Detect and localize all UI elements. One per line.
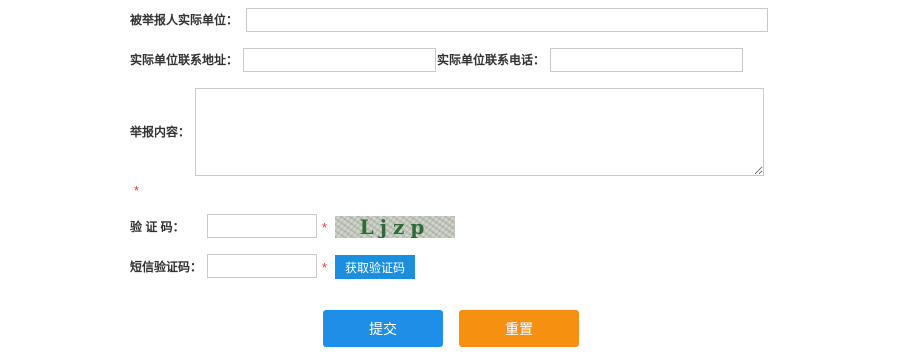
unit-label: 被举报人实际单位：: [130, 13, 239, 27]
get-sms-code-button[interactable]: 获取验证码: [335, 255, 415, 279]
captcha-required-mark: *: [322, 220, 328, 235]
captcha-label: 验 证 码：: [130, 220, 185, 234]
sms-code-label: 短信验证码：: [130, 260, 203, 274]
phone-input[interactable]: [550, 48, 743, 72]
sms-required-mark: *: [322, 260, 328, 275]
address-input[interactable]: [243, 48, 436, 72]
content-label: 举报内容：: [130, 125, 191, 139]
reset-button[interactable]: 重置: [459, 310, 579, 347]
content-textarea[interactable]: [195, 88, 764, 176]
content-required-mark: *: [134, 183, 140, 198]
address-label: 实际单位联系地址：: [130, 53, 239, 67]
captcha-text: Ljzp: [359, 216, 431, 238]
submit-button[interactable]: 提交: [323, 310, 443, 347]
captcha-input[interactable]: [207, 214, 317, 238]
sms-code-input[interactable]: [207, 254, 317, 278]
unit-input[interactable]: [246, 8, 768, 32]
captcha-image[interactable]: Ljzp: [335, 216, 455, 238]
phone-label: 实际单位联系电话：: [437, 53, 546, 67]
